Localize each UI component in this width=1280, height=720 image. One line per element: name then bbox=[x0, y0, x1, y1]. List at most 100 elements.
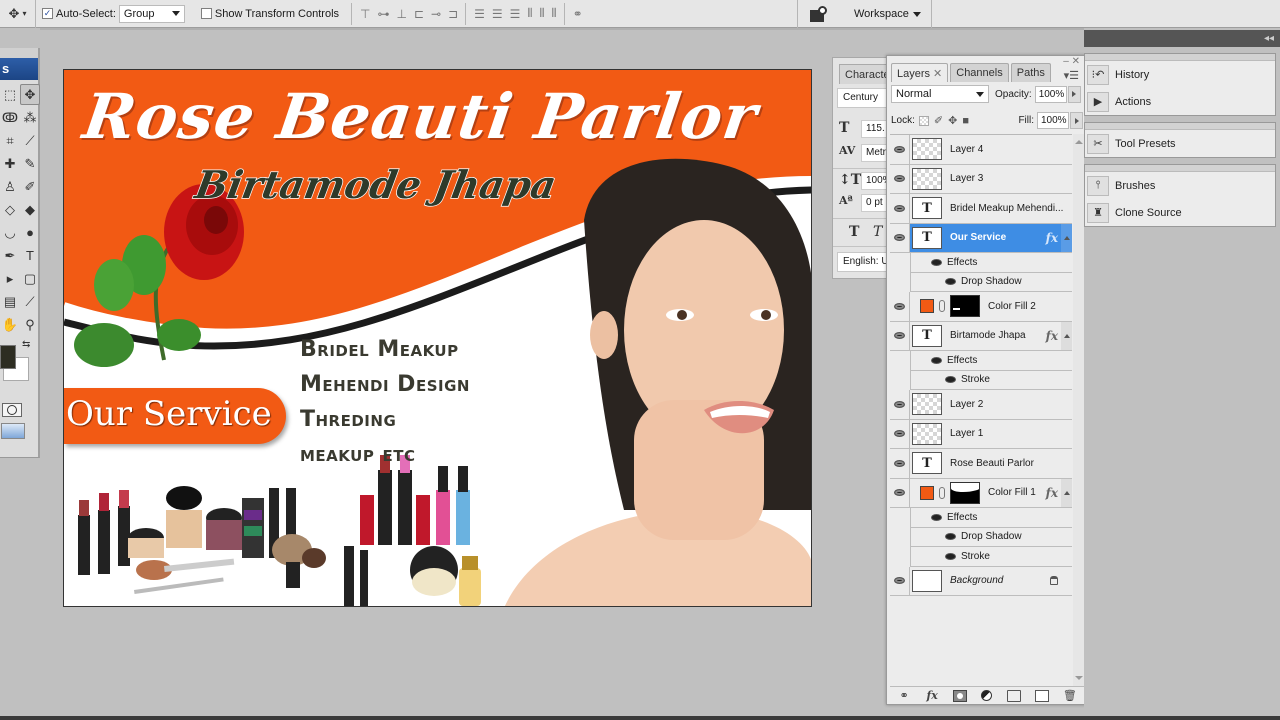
burn-tool-icon[interactable]: ● bbox=[20, 222, 40, 243]
collapse-dock-icon[interactable]: ◂◂ bbox=[1084, 30, 1280, 47]
effect-row[interactable]: Stroke bbox=[910, 370, 1072, 390]
dock-item-clone-source[interactable]: ♜ Clone Source bbox=[1085, 199, 1275, 226]
brush-tool-icon[interactable]: ✎ bbox=[20, 153, 40, 174]
visibility-toggle[interactable] bbox=[890, 164, 910, 193]
panel-menu-icon[interactable]: ▾☰ bbox=[1064, 69, 1079, 82]
layer-row[interactable]: Layer 3 bbox=[890, 164, 1072, 194]
workspace-button[interactable]: Workspace bbox=[842, 0, 931, 28]
layer-row[interactable]: T Our Service fx bbox=[890, 223, 1072, 253]
visibility-toggle[interactable] bbox=[890, 419, 910, 448]
minimize-icon[interactable]: – bbox=[1063, 56, 1069, 67]
tab-paths[interactable]: Paths bbox=[1010, 63, 1051, 82]
align-bottom-edges-button[interactable]: ⊥ bbox=[396, 7, 407, 21]
fill-slider-button[interactable] bbox=[1070, 112, 1083, 129]
visibility-toggle[interactable] bbox=[890, 478, 910, 507]
eye-icon[interactable] bbox=[945, 376, 956, 384]
layer-row[interactable]: Layer 2 bbox=[890, 390, 1072, 420]
effects-row[interactable]: Effects bbox=[910, 253, 1072, 273]
dock-group-grip[interactable] bbox=[1085, 165, 1275, 172]
tab-character[interactable]: Characte bbox=[839, 64, 891, 84]
align-top-edges-button[interactable]: ⊤ bbox=[360, 7, 371, 21]
visibility-toggle[interactable] bbox=[890, 223, 910, 252]
eraser-tool-icon[interactable]: ◇ bbox=[0, 199, 20, 220]
dodge-tool-icon[interactable]: ◡ bbox=[0, 222, 20, 243]
dock-item-history[interactable]: ⁝↶ History bbox=[1085, 61, 1275, 88]
mask-link-icon[interactable] bbox=[939, 300, 945, 313]
paint-bucket-tool-icon[interactable]: ◆ bbox=[20, 199, 40, 220]
move-tool-icon[interactable]: ✥ bbox=[20, 84, 40, 105]
layer-main[interactable]: Background bbox=[910, 567, 1072, 596]
lock-transparent-icon[interactable] bbox=[918, 115, 929, 126]
fill-field[interactable]: 100% bbox=[1037, 112, 1069, 129]
layers-scrollbar[interactable] bbox=[1073, 134, 1084, 686]
layer-main[interactable]: Color Fill 1 fx bbox=[910, 479, 1061, 508]
expand-effects-toggle[interactable] bbox=[1061, 478, 1072, 507]
distribute-right-button[interactable]: ⫴ bbox=[552, 6, 557, 21]
layer-main[interactable]: T Our Service fx bbox=[910, 223, 1061, 252]
faux-italic-icon[interactable]: T bbox=[873, 224, 882, 240]
layer-main[interactable]: T Bridel Meakup Mehendi... bbox=[910, 194, 1072, 223]
dock-item-brushes[interactable]: ⫯ Brushes bbox=[1085, 172, 1275, 199]
auto-select-dropdown[interactable]: Group bbox=[118, 4, 185, 23]
layer-row[interactable]: T Rose Beauti Parlor bbox=[890, 449, 1072, 479]
dock-item-tool-presets[interactable]: ✂ Tool Presets bbox=[1085, 130, 1275, 157]
delete-layer-icon[interactable]: 🗑 bbox=[1063, 690, 1077, 702]
layer-row[interactable]: Layer 4 bbox=[890, 135, 1072, 165]
lock-all-icon[interactable]: ■ bbox=[962, 115, 969, 127]
opacity-slider-button[interactable] bbox=[1067, 85, 1081, 103]
layer-main[interactable]: Layer 3 bbox=[910, 165, 1072, 194]
screen-mode-button[interactable] bbox=[1, 423, 25, 439]
expand-effects-toggle[interactable] bbox=[1061, 321, 1072, 350]
eye-icon[interactable] bbox=[945, 533, 956, 541]
layer-row[interactable]: T Bridel Meakup Mehendi... bbox=[890, 194, 1072, 224]
tools-panel-grip[interactable] bbox=[0, 48, 38, 58]
fill-color-swatch[interactable] bbox=[920, 485, 934, 500]
effect-row[interactable]: Drop Shadow bbox=[910, 272, 1072, 292]
link-layers-icon[interactable]: ⚭ bbox=[897, 690, 911, 702]
font-family-field[interactable]: Century bbox=[837, 88, 891, 108]
opacity-field[interactable]: 100% bbox=[1034, 85, 1067, 103]
align-vertical-centers-button[interactable]: ⊶ bbox=[377, 7, 389, 21]
eye-icon[interactable] bbox=[945, 552, 956, 560]
layer-mask-thumbnail[interactable] bbox=[950, 295, 980, 318]
lock-image-icon[interactable]: ✐ bbox=[934, 114, 943, 127]
tab-channels[interactable]: Channels bbox=[950, 63, 1009, 82]
dock-group-grip[interactable] bbox=[1085, 123, 1275, 130]
distribute-left-button[interactable]: ⫴ bbox=[527, 6, 532, 21]
layer-main[interactable]: Layer 1 bbox=[910, 420, 1072, 449]
distribute-bottom-button[interactable]: ☰ bbox=[510, 7, 521, 21]
layer-main[interactable]: T Birtamode Jhapa fx bbox=[910, 322, 1061, 351]
lasso-tool-icon[interactable]: ↂ bbox=[0, 107, 20, 128]
visibility-toggle[interactable] bbox=[890, 292, 910, 321]
auto-select-checkbox[interactable]: ✓ Auto-Select: bbox=[42, 8, 116, 20]
tab-layers[interactable]: Layers ✕ bbox=[891, 63, 949, 82]
effect-row[interactable]: Drop Shadow bbox=[910, 527, 1072, 547]
swap-colors-icon[interactable]: ⇆ bbox=[22, 339, 30, 350]
scroll-up-icon[interactable] bbox=[1075, 140, 1083, 144]
new-layer-icon[interactable] bbox=[1034, 689, 1049, 702]
eye-icon[interactable] bbox=[945, 278, 956, 286]
slice-tool-icon[interactable]: ⟋ bbox=[20, 130, 40, 151]
foreground-color-swatch[interactable] bbox=[0, 345, 16, 369]
align-left-edges-button[interactable]: ⊏ bbox=[414, 7, 424, 21]
effects-row[interactable]: Effects bbox=[910, 351, 1072, 371]
new-adjustment-layer-icon[interactable] bbox=[981, 690, 993, 701]
marquee-tool-icon[interactable]: ⬚ bbox=[0, 84, 20, 105]
tool-preset-picker[interactable]: ✥ ▾ bbox=[0, 0, 36, 28]
blend-mode-dropdown[interactable]: Normal bbox=[891, 85, 989, 103]
eye-icon[interactable] bbox=[931, 258, 942, 266]
layer-row[interactable]: Color Fill 2 bbox=[890, 292, 1072, 322]
new-group-icon[interactable] bbox=[1006, 689, 1021, 702]
visibility-toggle[interactable] bbox=[890, 566, 910, 595]
close-tab-icon[interactable]: ✕ bbox=[933, 68, 942, 80]
distribute-top-button[interactable]: ☰ bbox=[474, 7, 485, 21]
healing-brush-tool-icon[interactable]: ✚ bbox=[0, 153, 20, 174]
layer-main[interactable]: Layer 4 bbox=[910, 135, 1072, 164]
layer-main[interactable]: Layer 2 bbox=[910, 390, 1072, 419]
expand-effects-toggle[interactable] bbox=[1061, 223, 1072, 252]
mask-link-icon[interactable] bbox=[939, 486, 945, 499]
layer-main[interactable]: T Rose Beauti Parlor bbox=[910, 449, 1072, 478]
magic-wand-tool-icon[interactable]: ⁂ bbox=[20, 107, 40, 128]
lock-position-icon[interactable]: ✥ bbox=[948, 114, 957, 127]
history-brush-tool-icon[interactable]: ✐ bbox=[20, 176, 40, 197]
